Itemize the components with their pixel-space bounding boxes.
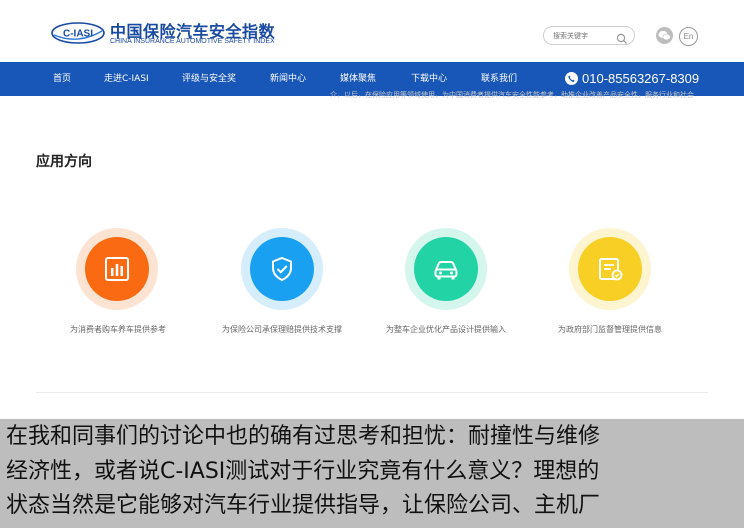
circle-badge	[405, 228, 487, 310]
divider	[36, 392, 708, 393]
search-input[interactable]	[553, 30, 617, 41]
site-header: C-IASI 中国保险汽车安全指数 CHINA INSURANCE AUTOMO…	[0, 0, 744, 62]
bar-chart-icon	[105, 257, 129, 281]
subtitle-line: 状态当然是它能够对汽车行业提供指导，让保险公司、主机厂	[6, 493, 601, 518]
search-icon[interactable]	[616, 30, 628, 45]
circle-badge	[76, 228, 158, 310]
application-caption: 为整车企业优化产品设计提供输入	[386, 325, 506, 334]
circle-badge	[569, 228, 651, 310]
phone-icon	[565, 72, 578, 86]
car-icon	[434, 261, 458, 280]
application-caption: 为保险公司承保理赔提供技术支撑	[222, 325, 342, 334]
intro-text-cut: 介，以后，在保险应用等领域使用，为中国消费者提供汽车安全性能参考，助推企业改善产…	[330, 91, 694, 99]
phone-text: 010-85563267-8309	[582, 71, 700, 86]
nav-item-home[interactable]: 首页	[53, 62, 71, 96]
nav-item-news[interactable]: 新闻中心	[270, 62, 306, 96]
svg-text:C-IASI: C-IASI	[63, 29, 93, 40]
section-title: 应用方向	[36, 154, 92, 170]
subtitle-line: 在我和同事们的讨论中也的确有过思考和担忧：耐撞性与维修	[6, 424, 601, 449]
ciasi-logo[interactable]: C-IASI	[50, 21, 106, 45]
wechat-icon[interactable]	[656, 27, 673, 44]
subtitle-line: 经济性，或者说C-IASI测试对于行业究竟有什么意义？理想的	[6, 459, 600, 484]
nav-item-about[interactable]: 走进C-IASI	[104, 62, 149, 96]
application-caption: 为政府部门监督管理提供信息	[558, 325, 662, 334]
video-subtitle-overlay: 在我和同事们的讨论中也的确有过思考和担忧：耐撞性与维修 经济性，或者说C-IAS…	[0, 419, 744, 528]
search-box[interactable]	[543, 26, 635, 45]
brand-subtitle: CHINA INSURANCE AUTOMOTIVE SAFETY INDEX	[110, 38, 275, 45]
circle-badge	[241, 228, 323, 310]
shield-check-icon	[272, 256, 292, 282]
application-caption: 为消费者购车养车提供参考	[70, 325, 166, 334]
nav-item-ratings[interactable]: 评级与安全奖	[182, 62, 236, 96]
language-toggle[interactable]: En	[679, 27, 698, 46]
certificate-icon	[599, 258, 623, 281]
